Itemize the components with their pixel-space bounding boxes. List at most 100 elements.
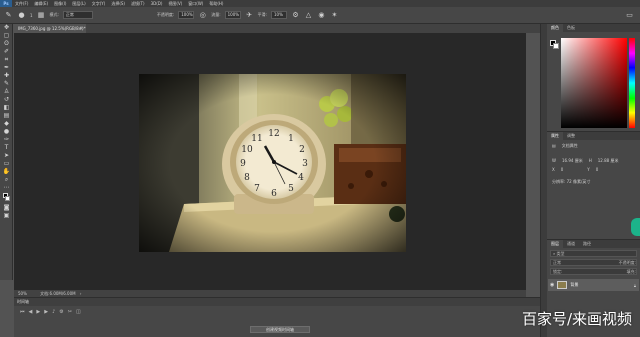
flow-input[interactable]: 100% — [224, 11, 241, 19]
menu-select[interactable]: 选择(S) — [108, 0, 128, 7]
create-video-timeline-button[interactable]: 创建视频时间轴 — [250, 326, 310, 333]
status-bar: 50% 文档:6.00M/6.00M › — [14, 290, 526, 297]
document-tab[interactable]: IMG_7360.jpg @ 12.5%(RGB/8#)* × — [14, 24, 86, 33]
history-brush-tool-icon[interactable]: ↺ — [2, 96, 11, 104]
tab-properties[interactable]: 属性 — [547, 132, 563, 140]
color-field[interactable] — [561, 38, 627, 128]
y-value[interactable]: 0 — [596, 167, 599, 172]
brush-tool-icon[interactable]: ✎ — [4, 11, 13, 20]
tab-adjustments[interactable]: 调整 — [563, 132, 579, 140]
document-image[interactable]: 12 1 2 3 4 5 6 7 8 9 10 11 — [139, 74, 406, 252]
mode-select[interactable]: 正常 — [62, 11, 93, 19]
properties-panel: 属性 调整 ▤ 文档属性 W 16.94 厘米 H 12.88 厘米 X 0 Y… — [547, 131, 640, 239]
brush-tool-icon[interactable]: ✎ — [2, 80, 11, 88]
tab-layers[interactable]: 图层 — [547, 240, 563, 248]
quick-mask-icon[interactable]: ◙ — [2, 204, 11, 212]
pressure-size-icon[interactable]: ◉ — [317, 11, 326, 20]
menu-window[interactable]: 窗口(W) — [185, 0, 206, 7]
pen-tool-icon[interactable]: ✑ — [2, 136, 11, 144]
position-row: X 0 Y 0 — [547, 164, 640, 172]
tools-panel: ✥ ▢ ʘ ✐ ⌗ ✒ ✚ ✎ ♙ ↺ ◧ ▤ ◆ ● ✑ T ➤ ▭ ✋ ⌕ … — [0, 24, 13, 280]
hand-tool-icon[interactable]: ✋ — [2, 168, 11, 176]
prev-frame-icon[interactable]: ◀ — [29, 309, 33, 315]
zoom-level[interactable]: 50% — [18, 291, 27, 296]
background-swatch[interactable] — [553, 43, 559, 49]
hue-slider[interactable] — [629, 38, 635, 128]
menu-file[interactable]: 文件(F) — [12, 0, 31, 7]
menu-image[interactable]: 图像(I) — [51, 0, 69, 7]
menu-view[interactable]: 视图(V) — [165, 0, 185, 7]
menu-filter[interactable]: 滤镜(T) — [128, 0, 148, 7]
zoom-tool-icon[interactable]: ⌕ — [2, 176, 11, 184]
background-color-swatch[interactable] — [5, 196, 10, 201]
next-frame-icon[interactable]: ▶ — [44, 309, 48, 315]
color-swatches[interactable] — [2, 192, 11, 204]
rectangle-tool-icon[interactable]: ▭ — [2, 160, 11, 168]
app-logo: Ps — [0, 0, 12, 7]
workspace-icon[interactable]: ▭ — [625, 11, 634, 20]
watermark-text: 百家号/来画视频 — [521, 310, 632, 328]
eye-icon[interactable]: ◉ — [550, 282, 554, 288]
marquee-tool-icon[interactable]: ▢ — [2, 32, 11, 40]
symmetry-icon[interactable]: ✶ — [330, 11, 339, 20]
menu-edit[interactable]: 编辑(E) — [31, 0, 51, 7]
blend-opacity-row: 正常 不透明度: — [550, 259, 637, 266]
smooth-input[interactable]: 10% — [270, 11, 287, 19]
smoothing-options-icon[interactable]: ⚙ — [291, 11, 300, 20]
go-first-frame-icon[interactable]: ⏮ — [20, 309, 25, 315]
y-label: Y — [587, 167, 590, 172]
split-icon[interactable]: ✂ — [68, 309, 72, 315]
blur-tool-icon[interactable]: ◆ — [2, 120, 11, 128]
color-panel-tabs: 颜色 色板 — [547, 24, 640, 32]
menu-type[interactable]: 文字(Y) — [89, 0, 109, 7]
screen-mode-icon[interactable]: ▣ — [2, 212, 11, 220]
move-tool-icon[interactable]: ✥ — [2, 24, 11, 32]
crop-tool-icon[interactable]: ⌗ — [2, 56, 11, 64]
document-tab-bar: IMG_7360.jpg @ 12.5%(RGB/8#)* × — [14, 24, 540, 33]
settings-icon[interactable]: ⚙ — [59, 309, 63, 315]
layer-row-background[interactable]: ◉ 背景 🔒︎ — [548, 279, 639, 291]
audio-icon[interactable]: ♪ — [52, 309, 55, 315]
pressure-opacity-icon[interactable]: ◎ — [198, 11, 207, 20]
brush-preset-icon[interactable]: ● — [17, 11, 26, 20]
brush-panel-icon[interactable]: ▦ — [37, 11, 46, 20]
lock-fill-row: 锁定: 填充: — [550, 268, 637, 275]
play-icon[interactable]: ▶ — [36, 309, 40, 315]
timeline-title: 时间轴 — [14, 298, 540, 306]
blend-mode-select[interactable]: 正常 — [553, 260, 561, 265]
menu-layer[interactable]: 图层(L) — [69, 0, 88, 7]
menu-help[interactable]: 帮助(H) — [206, 0, 226, 7]
width-value[interactable]: 16.94 厘米 — [562, 158, 583, 164]
x-value[interactable]: 0 — [561, 167, 564, 172]
menu-3d[interactable]: 3D(D) — [148, 0, 166, 7]
side-float-tab[interactable] — [631, 218, 640, 236]
clone-stamp-tool-icon[interactable]: ♙ — [2, 88, 11, 96]
document-tab-title: IMG_7360.jpg @ 12.5%(RGB/8#)* — [18, 26, 86, 31]
tab-paths[interactable]: 路径 — [579, 240, 595, 248]
tab-channels[interactable]: 通道 — [563, 240, 579, 248]
gradient-tool-icon[interactable]: ▤ — [2, 112, 11, 120]
doc-properties-header: ▤ 文档属性 — [547, 140, 640, 149]
edit-toolbar-icon[interactable]: ⋯ — [2, 184, 11, 192]
status-menu-arrow-icon[interactable]: › — [80, 291, 82, 296]
eraser-tool-icon[interactable]: ◧ — [2, 104, 11, 112]
type-tool-icon[interactable]: T — [2, 144, 11, 152]
opacity-input[interactable]: 100% — [178, 11, 195, 19]
eyedropper-tool-icon[interactable]: ✒ — [2, 64, 11, 72]
angle-icon[interactable]: △ — [304, 11, 313, 20]
dodge-tool-icon[interactable]: ● — [2, 128, 11, 136]
layer-kind-filter[interactable]: ⌕ 类型 — [550, 250, 637, 257]
lock-icon[interactable]: 🔒︎ — [634, 283, 636, 288]
tab-swatches[interactable]: 色板 — [563, 24, 579, 32]
quick-select-tool-icon[interactable]: ✐ — [2, 48, 11, 56]
path-select-tool-icon[interactable]: ➤ — [2, 152, 11, 160]
kind-label: 类型 — [556, 251, 565, 256]
close-tab-icon[interactable]: × — [80, 24, 83, 33]
transition-icon[interactable]: ◫ — [76, 309, 81, 315]
opacity-label: 不透明度: — [156, 12, 175, 17]
height-value[interactable]: 12.88 厘米 — [598, 158, 619, 164]
tab-color[interactable]: 颜色 — [547, 24, 563, 32]
lasso-tool-icon[interactable]: ʘ — [2, 40, 11, 48]
airbrush-icon[interactable]: ✈ — [245, 11, 254, 20]
healing-brush-tool-icon[interactable]: ✚ — [2, 72, 11, 80]
